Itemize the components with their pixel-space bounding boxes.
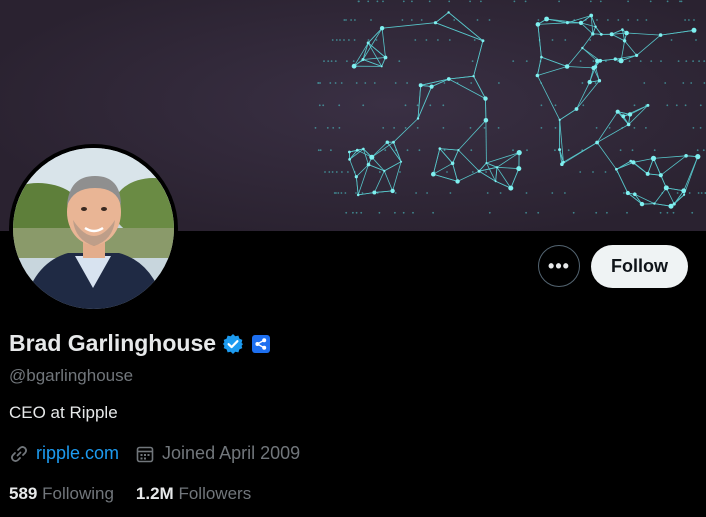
website-item[interactable]: ripple.com <box>9 443 119 464</box>
ripple-affiliate-icon[interactable] <box>250 333 272 355</box>
following-label: Following <box>42 484 114 503</box>
profile-handle: @bgarlinghouse <box>9 366 134 385</box>
joined-date: Joined April 2009 <box>162 443 301 463</box>
profile-stats: 589 Following 1.2M Followers <box>9 484 273 504</box>
avatar-frame[interactable] <box>9 144 178 313</box>
followers-label: Followers <box>178 484 252 503</box>
profile-name-row: Brad Garlinghouse <box>9 330 272 357</box>
link-icon <box>11 445 27 462</box>
calendar-icon <box>136 446 154 462</box>
joined-item: Joined April 2009 <box>135 443 300 464</box>
followers-count: 1.2M <box>135 484 174 503</box>
avatar[interactable] <box>13 148 174 309</box>
website-link[interactable]: ripple.com <box>36 443 119 464</box>
profile-name: Brad Garlinghouse <box>9 330 217 356</box>
avatar-photo <box>13 148 174 309</box>
profile-page: ••• Follow Brad Garlinghouse @bgarlingho… <box>0 0 706 517</box>
follow-button[interactable]: Follow <box>591 245 688 288</box>
following-count: 589 <box>9 484 38 503</box>
more-options-button[interactable]: ••• <box>538 245 580 287</box>
followers-stat[interactable]: 1.2M Followers <box>136 484 251 504</box>
profile-meta: ripple.com Joined April 2009 <box>9 443 316 464</box>
ellipsis-icon: ••• <box>548 255 570 276</box>
profile-bio: CEO at Ripple <box>9 403 118 422</box>
verified-badge-icon[interactable] <box>222 333 244 355</box>
following-stat[interactable]: 589 Following <box>9 484 114 504</box>
